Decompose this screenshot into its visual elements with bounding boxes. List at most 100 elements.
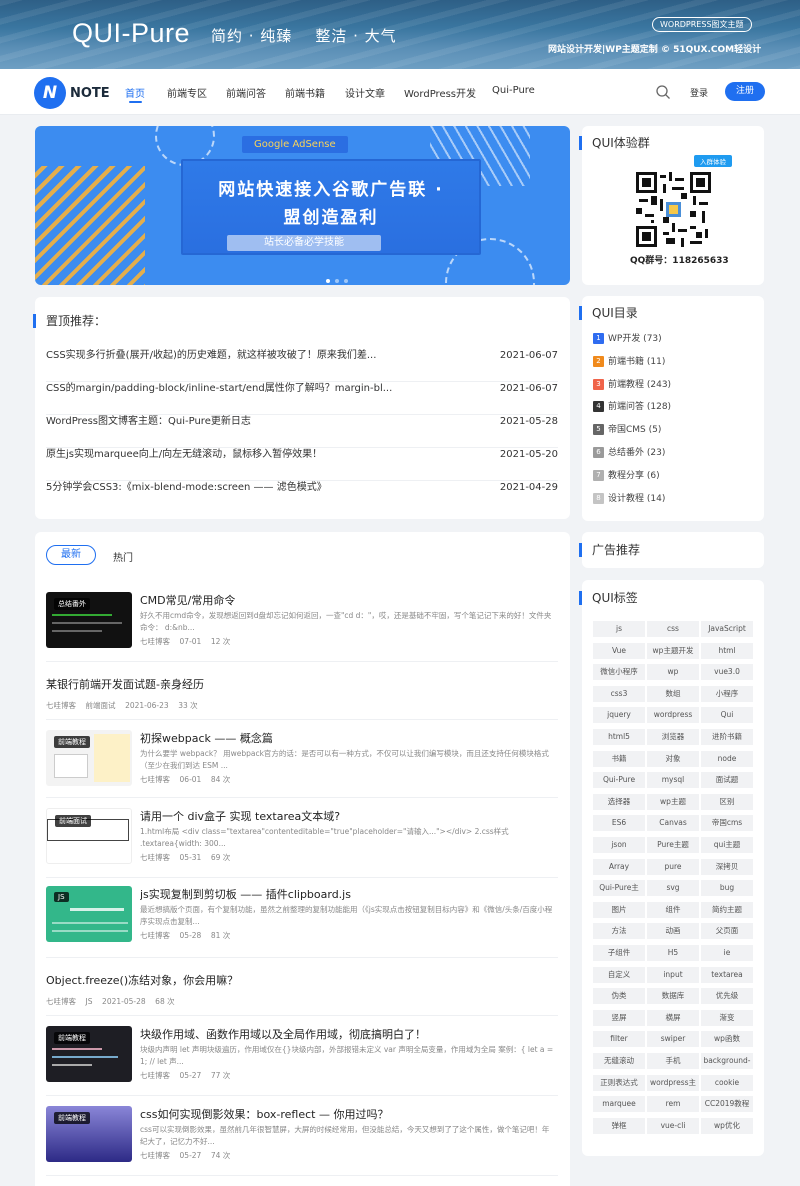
post-title[interactable]: 块级作用域、函数作用域以及全局作用域，彻底搞明白了！ — [140, 1026, 558, 1042]
catalog-item-label[interactable]: 教程分享 (6) — [608, 471, 660, 481]
catalog-item[interactable]: 6 总结番外 (23) — [593, 446, 665, 460]
post-item[interactable]: 某银行前端开发面试题-亲身经历 七哇博客 前端面试 2021-06-23 33 … — [46, 676, 558, 720]
tag-link[interactable]: 手机 — [647, 1053, 699, 1069]
tag-link[interactable]: 深拷贝 — [701, 858, 753, 875]
catalog-item[interactable]: 4 前端问答 (128) — [593, 400, 671, 414]
tag-link[interactable]: js — [593, 621, 645, 637]
post-item[interactable]: 前端面试 请用一个 div盒子 实现 textarea文本域? 1.html布局… — [46, 808, 558, 878]
tag-link[interactable]: wp — [647, 664, 699, 681]
tag-link[interactable]: 面试题 — [701, 772, 753, 789]
tag-link[interactable]: html — [701, 642, 753, 659]
tag-link[interactable]: wordpress — [647, 707, 699, 724]
post-title[interactable]: Object.freeze()冻结对象，你会用嘛？ — [46, 972, 464, 988]
tag-link[interactable]: bug — [701, 880, 753, 897]
tag-link[interactable]: 动画 — [647, 923, 699, 940]
top-item[interactable]: CSS的margin/padding-block/inline-start/en… — [46, 382, 558, 415]
post-item[interactable]: 前端教程 块级作用域、函数作用域以及全局作用域，彻底搞明白了！ 块级内声明 le… — [46, 1026, 558, 1096]
catalog-item-label[interactable]: WP开发 (73) — [608, 334, 662, 344]
tag-link[interactable]: 数据库 — [647, 988, 699, 1005]
tag-link[interactable]: qui主题 — [701, 837, 753, 853]
catalog-item-label[interactable]: 前端问答 (128) — [608, 402, 671, 412]
post-thumbnail[interactable]: 总结番外 — [46, 592, 132, 648]
tag-link[interactable]: 子组件 — [593, 945, 645, 961]
catalog-item-label[interactable]: 总结番外 (23) — [608, 448, 665, 458]
catalog-item[interactable]: 7 教程分享 (6) — [593, 469, 660, 483]
tag-link[interactable]: 伪类 — [593, 988, 645, 1005]
tag-link[interactable]: mysql — [647, 772, 699, 789]
post-title[interactable]: js实现复制到剪切板 —— 插件clipboard.js — [140, 886, 558, 902]
catalog-item[interactable]: 5 帝国CMS (5) — [593, 423, 661, 437]
post-item[interactable]: JS js实现复制到剪切板 —— 插件clipboard.js 最近想搞版个页面… — [46, 886, 558, 958]
top-item[interactable]: 5分钟学会CSS3:《mix-blend-mode:screen —— 滤色模式… — [46, 481, 558, 514]
tag-link[interactable]: 自定义 — [593, 966, 645, 983]
tag-link[interactable]: css3 — [593, 685, 645, 702]
tag-link[interactable]: css — [647, 621, 699, 637]
nav-item-quipure[interactable]: Qui-Pure — [492, 85, 535, 96]
post-thumbnail[interactable]: 前端教程 — [46, 730, 132, 786]
tag-link[interactable]: 浏览器 — [647, 729, 699, 745]
tag-link[interactable]: 简约主题 — [701, 901, 753, 918]
top-item[interactable]: WordPress图文博客主题：Qui-Pure更新日志 2021-05-28 — [46, 415, 558, 448]
catalog-item[interactable]: 3 前端教程 (243) — [593, 378, 671, 392]
hero-logo[interactable]: QUI-Pure — [72, 18, 190, 49]
tag-link[interactable]: jquery — [593, 707, 645, 724]
tag-link[interactable]: 区别 — [701, 793, 753, 810]
tag-link[interactable]: ES6 — [593, 815, 645, 832]
top-item-title[interactable]: WordPress图文博客主题：Qui-Pure更新日志 — [46, 415, 406, 429]
tag-link[interactable]: swiper — [647, 1031, 699, 1048]
tag-link[interactable]: 横屏 — [647, 1009, 699, 1026]
catalog-item[interactable]: 2 前端书籍 (11) — [593, 355, 665, 369]
tag-link[interactable]: cookie — [701, 1074, 753, 1091]
tag-link[interactable]: ie — [701, 945, 753, 961]
tag-link[interactable]: node — [701, 750, 753, 767]
post-thumbnail[interactable]: JS — [46, 886, 132, 942]
tag-link[interactable]: 竖屏 — [593, 1009, 645, 1026]
tag-link[interactable]: wp函数 — [701, 1031, 753, 1048]
catalog-item-label[interactable]: 设计教程 (14) — [608, 494, 665, 504]
tag-link[interactable]: json — [593, 837, 645, 853]
catalog-item-label[interactable]: 帝国CMS (5) — [608, 425, 661, 435]
tag-link[interactable]: 帝国cms — [701, 815, 753, 832]
tag-link[interactable]: 数组 — [647, 685, 699, 702]
tag-link[interactable]: 组件 — [647, 901, 699, 918]
tag-link[interactable]: rem — [647, 1096, 699, 1113]
tag-link[interactable]: 进阶书籍 — [701, 729, 753, 745]
search-icon[interactable] — [655, 84, 671, 100]
tag-link[interactable]: JavaScript — [701, 621, 753, 637]
catalog-item[interactable]: 8 设计教程 (14) — [593, 492, 665, 506]
site-logo-text[interactable]: NOTE — [70, 86, 110, 101]
catalog-item-label[interactable]: 前端书籍 (11) — [608, 357, 665, 367]
post-title[interactable]: 某银行前端开发面试题-亲身经历 — [46, 676, 464, 692]
tag-link[interactable]: wp主题 — [647, 793, 699, 810]
tag-link[interactable]: Qui-Pure — [593, 772, 645, 789]
tag-link[interactable]: Qui-Pure主 — [593, 880, 645, 897]
tag-link[interactable]: 渐变 — [701, 1009, 753, 1026]
top-item-title[interactable]: CSS的margin/padding-block/inline-start/en… — [46, 382, 406, 396]
tag-link[interactable]: svg — [647, 880, 699, 897]
carousel-dot[interactable] — [335, 279, 339, 283]
site-logo-icon[interactable]: N — [34, 77, 66, 109]
tag-link[interactable]: vue-cli — [647, 1117, 699, 1134]
post-thumbnail[interactable]: 前端面试 — [46, 808, 132, 864]
nav-item-home[interactable]: 首页 — [125, 85, 145, 100]
tab-latest[interactable]: 最新 — [46, 545, 96, 565]
carousel-dot[interactable] — [344, 279, 348, 283]
top-item-title[interactable]: 5分钟学会CSS3:《mix-blend-mode:screen —— 滤色模式… — [46, 481, 406, 495]
tag-link[interactable]: Vue — [593, 642, 645, 659]
post-title[interactable]: 初探webpack —— 概念篇 — [140, 730, 558, 746]
tag-link[interactable]: 图片 — [593, 901, 645, 918]
tag-link[interactable]: background- — [701, 1053, 753, 1069]
post-item[interactable]: 前端教程 css如何实现倒影效果：box-reflect — 你用过吗？ css… — [46, 1106, 558, 1176]
tag-link[interactable]: 微信小程序 — [593, 664, 645, 681]
tag-link[interactable]: Pure主题 — [647, 837, 699, 853]
tag-link[interactable]: 小程序 — [701, 685, 753, 702]
nav-item-frontend[interactable]: 前端专区 — [167, 85, 207, 100]
tag-link[interactable]: 弹框 — [593, 1117, 645, 1134]
tag-link[interactable]: wordpress主 — [647, 1074, 699, 1091]
tag-link[interactable]: marquee — [593, 1096, 645, 1113]
post-title[interactable]: CMD常见/常用命令 — [140, 592, 558, 608]
catalog-item[interactable]: 1 WP开发 (73) — [593, 332, 662, 346]
tag-link[interactable]: 优先级 — [701, 988, 753, 1005]
tag-link[interactable]: 方法 — [593, 923, 645, 940]
tag-link[interactable]: CC2019教程 — [701, 1096, 753, 1113]
